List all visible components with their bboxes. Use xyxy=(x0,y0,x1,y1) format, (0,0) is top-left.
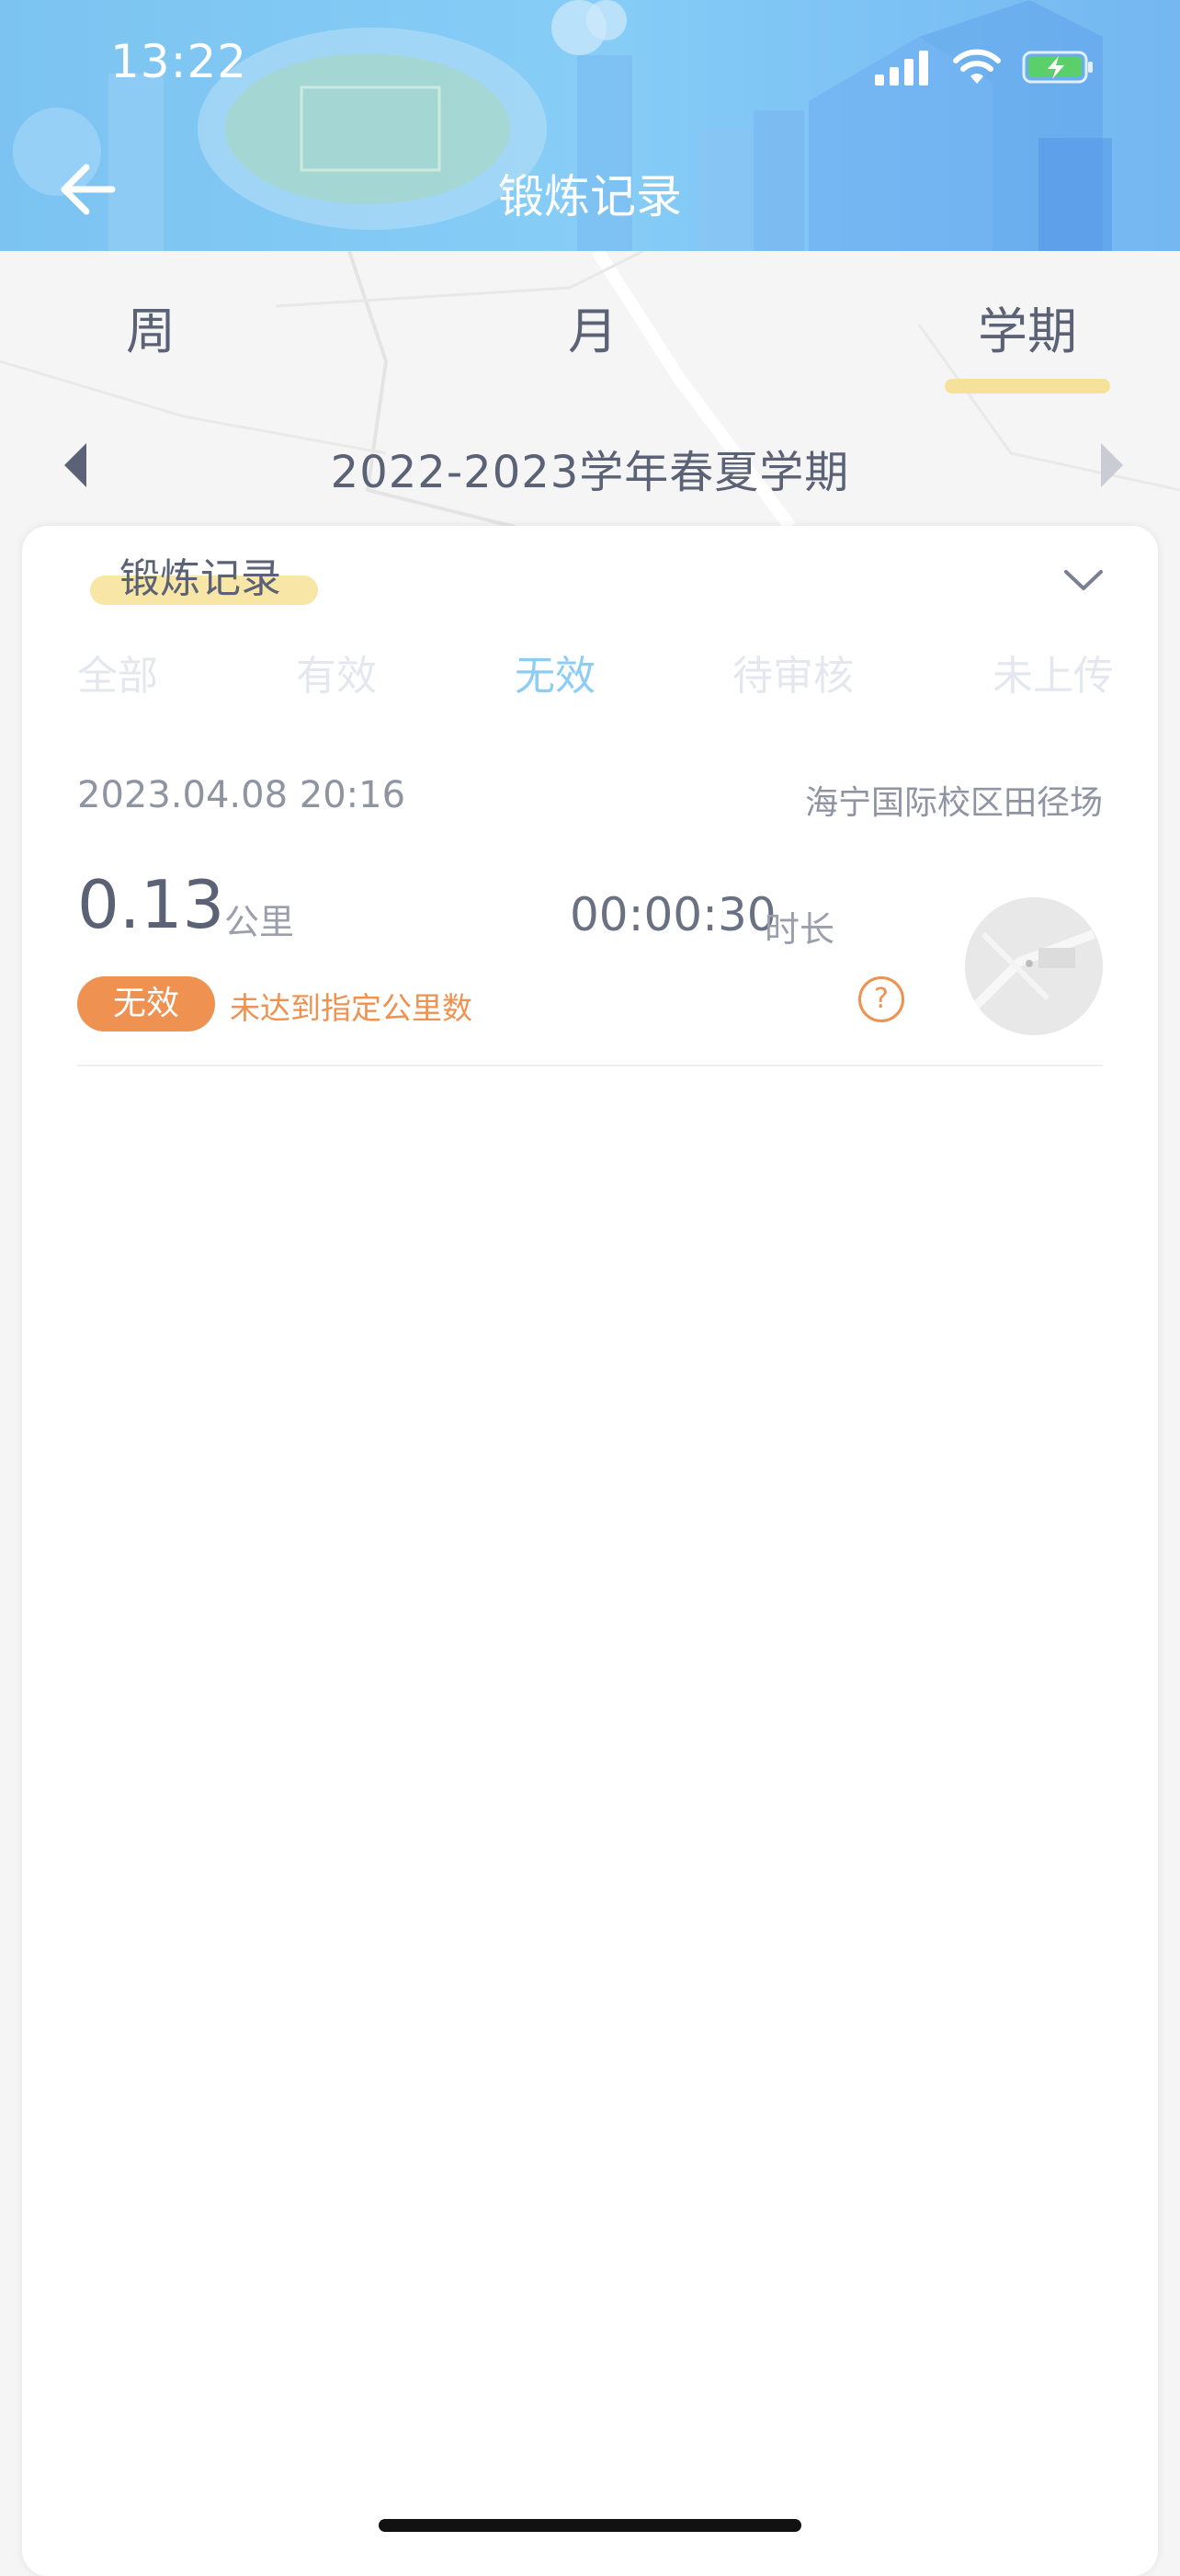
record-distance-unit: 公里 xyxy=(224,902,295,942)
caret-right-icon xyxy=(1101,443,1123,487)
tab-month[interactable]: 月 xyxy=(568,300,618,364)
status-badge: 无效 xyxy=(77,976,215,1032)
status-icons xyxy=(875,44,1095,90)
page-title: 锻炼记录 xyxy=(498,170,682,223)
record-divider xyxy=(77,1065,1103,1066)
signal-icon xyxy=(875,51,928,85)
active-tab-indicator xyxy=(945,379,1110,393)
record-duration: 00:00:30 xyxy=(570,888,777,941)
record-location: 海宁国际校区田径场 xyxy=(804,784,1103,822)
battery-charging-icon xyxy=(1022,51,1093,84)
status-time: 13:22 xyxy=(110,35,248,88)
tab-week[interactable]: 周 xyxy=(126,300,176,364)
wifi-icon xyxy=(953,49,1001,84)
next-term-button[interactable] xyxy=(1092,439,1129,491)
home-indicator[interactable] xyxy=(379,2519,801,2532)
route-map-thumbnail[interactable] xyxy=(965,897,1103,1035)
help-icon[interactable]: ? xyxy=(858,976,904,1022)
record-distance: 0.13 xyxy=(77,866,225,943)
card-title: 锻炼记录 xyxy=(119,555,281,602)
expand-button[interactable] xyxy=(1061,564,1106,596)
filter-tab-not-uploaded[interactable]: 未上传 xyxy=(993,649,1114,704)
filter-tab-all[interactable]: 全部 xyxy=(77,649,158,704)
status-reason: 未达到指定公里数 xyxy=(230,990,472,1026)
route-map-image xyxy=(965,897,1103,1035)
term-label: 2022-2023学年春夏学期 xyxy=(330,447,850,498)
record-duration-unit: 时长 xyxy=(765,909,835,950)
filter-tab-valid[interactable]: 有效 xyxy=(296,649,377,704)
chevron-down-icon xyxy=(1064,570,1103,590)
tab-term[interactable]: 学期 xyxy=(978,300,1077,364)
record-datetime: 2023.04.08 20:16 xyxy=(77,774,406,816)
records-card xyxy=(22,526,1158,2576)
filter-tab-pending[interactable]: 待审核 xyxy=(732,649,854,704)
filter-tab-invalid[interactable]: 无效 xyxy=(515,649,596,704)
app-header: 13:22 锻炼记录 xyxy=(0,0,1180,251)
